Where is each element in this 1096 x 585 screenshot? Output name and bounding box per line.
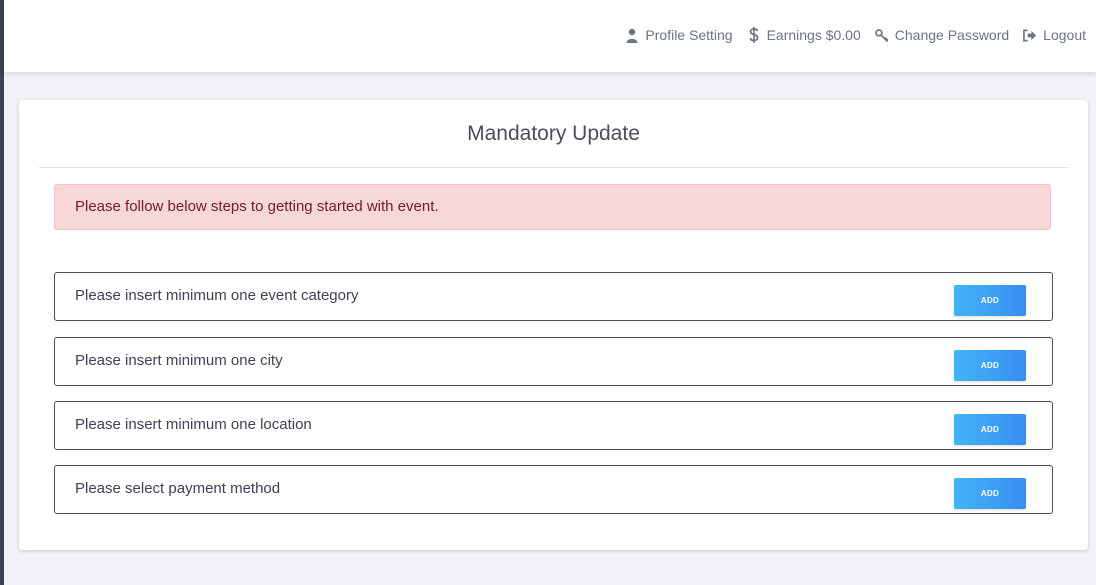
earnings-label: Earnings $0.00 bbox=[766, 27, 861, 43]
profile-setting-link[interactable]: Profile Setting bbox=[625, 27, 733, 43]
logout-label: Logout bbox=[1043, 27, 1086, 43]
earnings-link[interactable]: Earnings $0.00 bbox=[747, 27, 861, 43]
user-icon bbox=[625, 27, 639, 43]
add-city-button[interactable]: ADD bbox=[954, 350, 1026, 381]
step-label: Please select payment method bbox=[75, 480, 281, 497]
logout-icon bbox=[1023, 27, 1037, 43]
dollar-icon bbox=[747, 27, 761, 43]
add-payment-method-button[interactable]: ADD bbox=[954, 478, 1026, 509]
logout-link[interactable]: Logout bbox=[1023, 27, 1086, 43]
title-divider bbox=[39, 167, 1068, 168]
change-password-link[interactable]: Change Password bbox=[874, 27, 1010, 43]
top-bar: Profile Setting Earnings $0.00 Change Pa… bbox=[4, 0, 1096, 72]
step-label: Please insert minimum one event category bbox=[75, 287, 359, 304]
info-alert: Please follow below steps to getting sta… bbox=[54, 184, 1051, 230]
step-location: Please insert minimum one location ADD bbox=[54, 401, 1053, 450]
key-icon bbox=[874, 27, 889, 43]
card-title: Mandatory Update bbox=[467, 122, 640, 145]
step-payment-method: Please select payment method ADD bbox=[54, 465, 1053, 514]
change-password-label: Change Password bbox=[894, 27, 1010, 43]
sidebar-edge bbox=[0, 0, 4, 585]
add-location-button[interactable]: ADD bbox=[954, 414, 1026, 445]
step-label: Please insert minimum one location bbox=[75, 416, 312, 433]
step-event-category: Please insert minimum one event category… bbox=[54, 272, 1053, 321]
mandatory-update-card: Mandatory Update Please follow below ste… bbox=[19, 100, 1088, 550]
step-label: Please insert minimum one city bbox=[75, 352, 283, 369]
step-city: Please insert minimum one city ADD bbox=[54, 337, 1053, 386]
profile-setting-label: Profile Setting bbox=[645, 27, 733, 43]
top-nav: Profile Setting Earnings $0.00 Change Pa… bbox=[625, 27, 1086, 43]
add-event-category-button[interactable]: ADD bbox=[954, 285, 1026, 316]
